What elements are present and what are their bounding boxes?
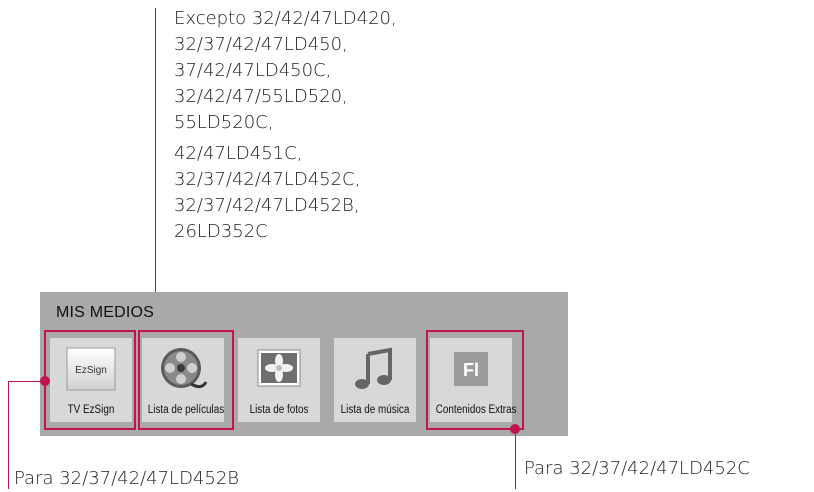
leader-line-left-h: [8, 381, 42, 382]
leader-line-right: [515, 429, 516, 489]
top-note-line: 32/42/47/55LD520,: [174, 86, 348, 107]
top-note-line: 32/37/42/47LD450,: [174, 34, 348, 55]
tile-music-list[interactable]: Lista de música: [334, 338, 416, 422]
music-note-icon: [350, 346, 400, 392]
top-note: Excepto 32/42/47LD420, 32/37/42/47LD450,…: [174, 6, 397, 245]
highlight-movie-list: [138, 330, 234, 430]
top-note-line: 32/37/42/47LD452B,: [174, 195, 360, 216]
top-note-line: 37/42/47LD450C,: [174, 60, 332, 81]
note-bottom-left: Para 32/37/42/47LD452B: [14, 468, 240, 489]
leader-line-top: [155, 8, 156, 324]
highlight-tv-ezsign: [44, 330, 136, 430]
leader-line-left-v: [8, 381, 9, 489]
top-note-line: 42/47LD451C,: [174, 143, 303, 164]
top-note-line: Excepto 32/42/47LD420,: [174, 8, 397, 29]
tile-label: Lista de música: [340, 404, 410, 416]
top-note-line: 26LD352C: [174, 221, 268, 242]
photo-icon: [254, 346, 304, 392]
tile-photo-list[interactable]: Lista de fotos: [238, 338, 320, 422]
panel-title: MIS MEDIOS: [56, 304, 155, 321]
highlight-extra-contents: [426, 330, 524, 430]
tile-label: Lista de fotos: [249, 404, 309, 416]
top-note-line: 55LD520C,: [174, 112, 274, 133]
note-bottom-right: Para 32/37/42/47LD452C: [524, 458, 750, 479]
top-note-line: 32/37/42/47LD452C,: [174, 169, 361, 190]
